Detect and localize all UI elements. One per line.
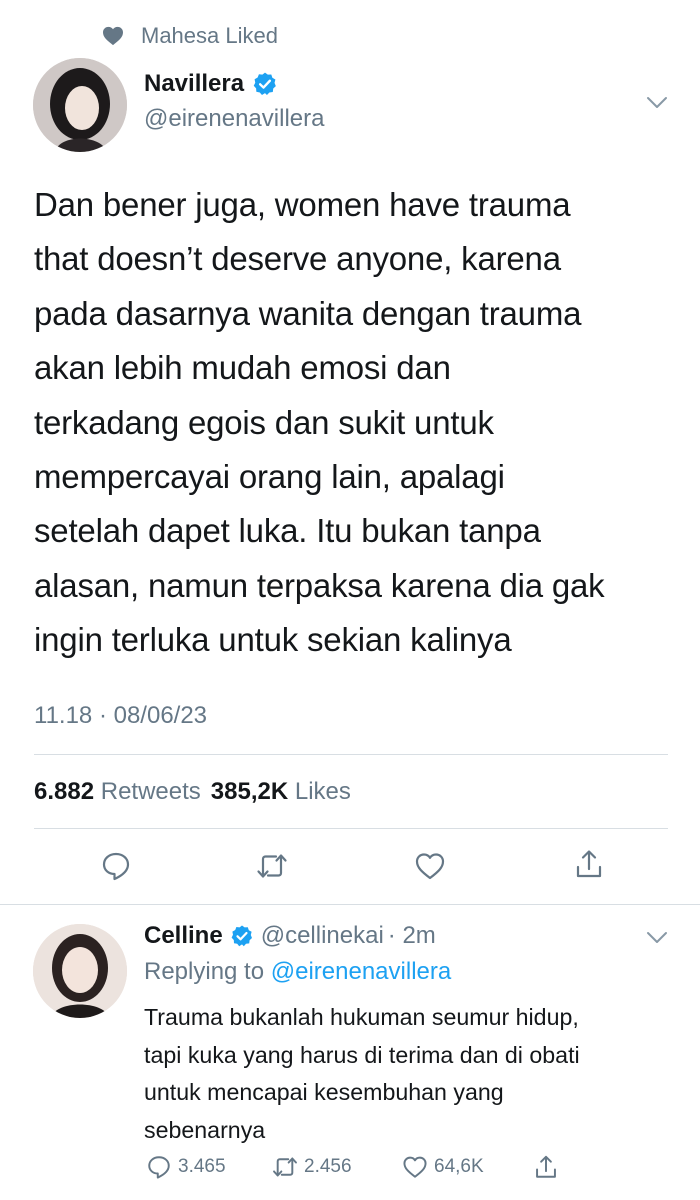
reply-line: sebenarnya xyxy=(144,1116,266,1143)
avatar[interactable] xyxy=(33,58,127,152)
replying-to-link[interactable]: @eirenenavillera xyxy=(271,958,451,985)
heart-filled-icon xyxy=(103,26,123,46)
likes-count: 385,2K xyxy=(210,778,289,805)
author-handle[interactable]: @eirenenavillera xyxy=(144,105,324,133)
author-name[interactable]: Navillera xyxy=(144,70,244,98)
tweet-text: Dan bener juga, women have trauma that d… xyxy=(34,178,679,668)
replying-to: Replying to @eirenenavillera xyxy=(144,958,451,986)
tweet-line: Dan bener juga, women have trauma xyxy=(34,186,571,223)
tweet-line: that doesn’t deserve anyone, karena xyxy=(34,240,561,278)
retweets-label: Retweets xyxy=(100,778,201,805)
reply-time: · 2m xyxy=(387,922,436,949)
divider xyxy=(0,904,700,905)
reply-icon xyxy=(102,852,130,881)
reply-count: 3.465 xyxy=(178,1156,226,1177)
engagement-stats: 6.882 Retweets 385,2K Likes xyxy=(34,778,351,806)
chevron-down-icon[interactable] xyxy=(645,95,669,111)
reply-line: tapi kuka yang harus di terima dan di ob… xyxy=(144,1041,580,1068)
likes-stat[interactable]: 385,2K Likes xyxy=(211,778,351,806)
reply-author-row: Celline @cellinekai · 2m xyxy=(144,922,436,950)
reply-icon xyxy=(148,1156,170,1179)
tweet-line: akan lebih mudah emosi dan xyxy=(34,349,451,387)
divider xyxy=(34,754,668,755)
reply-author-name[interactable]: Celline xyxy=(144,922,223,950)
verified-badge-icon xyxy=(253,72,276,96)
like-count: 64,6K xyxy=(434,1156,484,1177)
tweet-line: terkadang egois dan sukit untuk xyxy=(34,403,494,441)
share-icon xyxy=(576,850,602,878)
reply-like-button[interactable]: 64,6K xyxy=(402,1154,484,1180)
tweet-line: ingin terluka untuk sekian kalinya xyxy=(34,621,512,659)
divider xyxy=(34,828,668,829)
reply-avatar[interactable] xyxy=(33,924,127,1018)
heart-icon xyxy=(403,1156,427,1178)
reply-share-button[interactable] xyxy=(533,1154,565,1180)
reply-text: Trauma bukanlah hukuman seumur hidup, ta… xyxy=(144,999,684,1149)
context-text: Mahesa Liked xyxy=(141,23,278,48)
likes-label: Likes xyxy=(294,778,351,805)
reply-retweet-button[interactable]: 2.456 xyxy=(272,1154,352,1180)
retweet-icon xyxy=(257,854,287,878)
tweet-line: mempercayai orang lain, apalagi xyxy=(34,458,505,496)
tweet-timestamp[interactable]: 11.18 · 08/06/23 xyxy=(34,702,207,730)
replying-to-label: Replying to xyxy=(144,958,265,985)
retweets-stat[interactable]: 6.882 Retweets xyxy=(34,778,201,806)
reply-button[interactable] xyxy=(100,850,132,882)
retweet-count: 2.456 xyxy=(304,1156,352,1177)
tweet-line: setelah dapet luka. Itu bukan tanpa xyxy=(34,512,541,550)
heart-icon xyxy=(415,853,445,880)
share-button[interactable] xyxy=(573,848,605,880)
retweet-button[interactable] xyxy=(256,850,288,882)
tweet-line: pada dasarnya wanita dengan trauma xyxy=(34,294,582,332)
retweets-count: 6.882 xyxy=(34,778,95,805)
verified-badge-icon xyxy=(231,925,252,947)
share-icon xyxy=(536,1155,556,1178)
reply-line: Trauma bukanlah hukuman seumur hidup, xyxy=(144,1004,579,1030)
chevron-down-icon[interactable] xyxy=(645,930,669,946)
social-context[interactable]: Mahesa Liked xyxy=(102,22,278,50)
author-row: Navillera xyxy=(144,70,278,98)
tweet-line: alasan, namun terpaksa karena dia gak xyxy=(34,566,605,604)
reply-line: untuk mencapai kesembuhan yang xyxy=(144,1079,504,1105)
reply-author-handle[interactable]: @cellinekai xyxy=(261,922,384,950)
reply-reply-button[interactable]: 3.465 xyxy=(146,1154,226,1180)
like-button[interactable] xyxy=(414,850,446,882)
retweet-icon xyxy=(273,1157,297,1177)
